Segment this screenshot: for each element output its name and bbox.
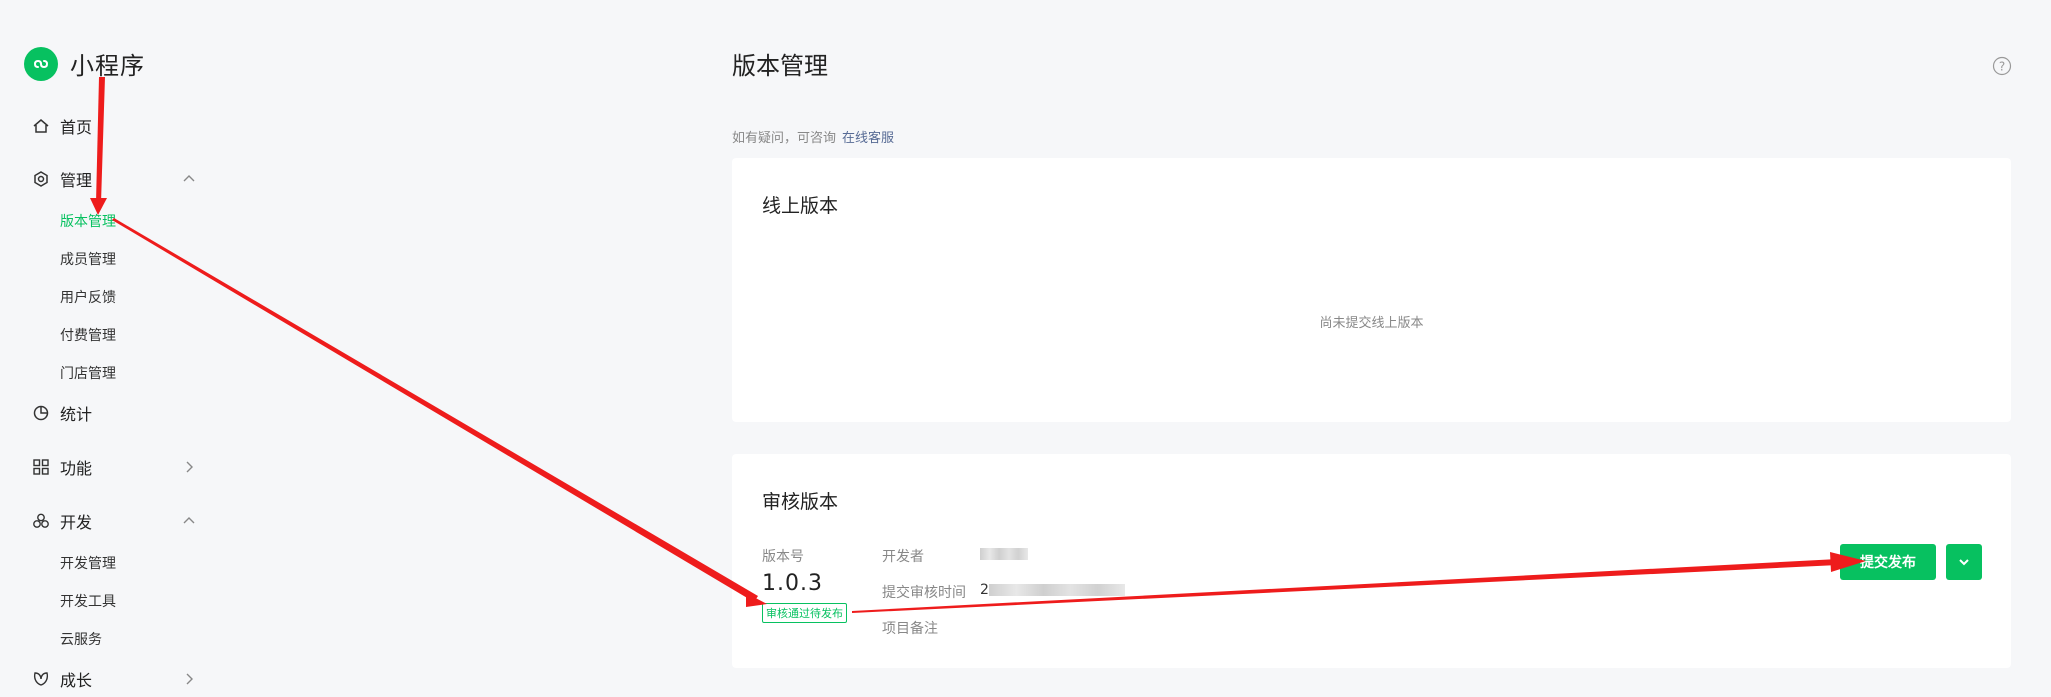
home-icon — [32, 117, 50, 135]
dev-icon — [32, 512, 50, 530]
nav-features[interactable]: 功能 — [32, 455, 193, 479]
online-version-empty: 尚未提交线上版本 — [1319, 316, 1424, 331]
nav-dev[interactable]: 开发 — [32, 509, 195, 533]
sidebar: 小程序 首页 管理 版本管理 成员管理 用户反馈 付费管理 门店管理 统计 功能 — [0, 0, 220, 697]
review-version-card: 审核版本 版本号 1.0.3 审核通过待发布 开发者 提交审核时间 2 项目备注… — [732, 454, 2011, 668]
nav-manage[interactable]: 管理 — [32, 167, 195, 191]
chevron-up-icon[interactable] — [182, 514, 196, 528]
version-number: 1.0.3 — [762, 571, 823, 596]
nav-home[interactable]: 首页 — [32, 114, 92, 138]
nav-stats-label: 统计 — [60, 405, 93, 424]
developer-label: 开发者 — [882, 549, 924, 565]
sidebar-item-cloud-service[interactable]: 云服务 — [60, 629, 102, 649]
sidebar-item-store-manage[interactable]: 门店管理 — [60, 363, 116, 383]
sidebar-item-user-feedback[interactable]: 用户反馈 — [60, 287, 116, 307]
chevron-up-icon[interactable] — [182, 172, 196, 186]
pie-chart-icon — [32, 404, 50, 422]
grid-icon — [32, 458, 50, 476]
submit-time-prefix: 2 — [980, 582, 989, 598]
review-version-title: 审核版本 — [762, 491, 839, 513]
nav-home-label: 首页 — [60, 118, 93, 137]
nav-features-label: 功能 — [60, 459, 93, 478]
help-icon[interactable]: ? — [1992, 56, 2012, 76]
redacted-developer — [980, 548, 1028, 560]
manage-icon — [32, 170, 50, 188]
sidebar-item-dev-manage[interactable]: 开发管理 — [60, 553, 116, 573]
nav-stats[interactable]: 统计 — [32, 401, 92, 425]
nav-growth[interactable]: 成长 — [32, 667, 193, 691]
page-title: 版本管理 — [732, 52, 828, 80]
submit-release-button[interactable]: 提交发布 — [1840, 544, 1936, 580]
online-support-link[interactable]: 在线客服 — [842, 131, 894, 146]
online-version-card: 线上版本 尚未提交线上版本 — [732, 158, 2011, 422]
version-label: 版本号 — [762, 549, 804, 565]
svg-text:?: ? — [1999, 60, 2005, 74]
nav-manage-label: 管理 — [60, 171, 93, 190]
status-badge: 审核通过待发布 — [762, 603, 847, 623]
hint-text: 如有疑问，可咨询 — [732, 131, 837, 146]
chevron-right-icon[interactable] — [182, 460, 196, 474]
nav-dev-label: 开发 — [60, 513, 93, 532]
miniprogram-logo-icon — [24, 46, 58, 81]
submit-time-value: 2 — [980, 582, 1125, 598]
submit-time-label: 提交审核时间 — [882, 585, 966, 601]
brand[interactable]: 小程序 — [24, 46, 145, 81]
sidebar-item-dev-tools[interactable]: 开发工具 — [60, 591, 116, 611]
chevron-right-icon[interactable] — [182, 672, 196, 686]
help-hint: 如有疑问，可咨询 在线客服 — [732, 127, 894, 146]
chevron-down-icon — [1959, 559, 1969, 566]
project-note-label: 项目备注 — [882, 621, 938, 637]
redacted-submit-time — [988, 584, 1125, 596]
brand-name: 小程序 — [70, 52, 145, 80]
sidebar-item-version-manage[interactable]: 版本管理 — [60, 211, 116, 231]
more-options-button[interactable] — [1946, 544, 1982, 580]
online-version-title: 线上版本 — [762, 195, 839, 217]
developer-value — [980, 546, 1028, 562]
growth-icon — [32, 670, 50, 688]
sidebar-item-member-manage[interactable]: 成员管理 — [60, 249, 116, 269]
nav-growth-label: 成长 — [60, 671, 93, 690]
sidebar-item-payment-manage[interactable]: 付费管理 — [60, 325, 116, 345]
